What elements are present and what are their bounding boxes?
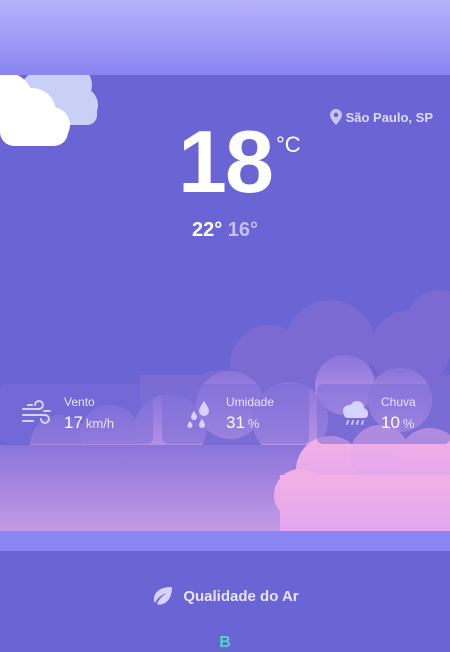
wind-unit: km/h [85,416,115,431]
location-name: São Paulo, SP [345,109,433,125]
metric-card-rain[interactable]: Chuva 10% [317,384,450,444]
rain-label: Chuva [381,395,416,409]
metric-card-wind[interactable]: Vento 17 km/h [0,384,153,444]
humidity-label: Umidade [226,395,275,409]
min-max-temperature: 22° 16° [0,219,450,242]
wind-value: 17 [64,413,83,432]
air-quality-title: Qualidade do Ar [183,587,299,605]
humidity-icon [187,401,209,428]
air-quality-status: B [219,634,231,651]
location-pin-icon [329,109,342,125]
section-divider [0,531,450,551]
leaf-icon [154,587,173,605]
air-quality-header[interactable]: Qualidade do Ar [0,584,450,608]
top-band [0,0,450,75]
min-temperature: 16° [227,219,259,241]
metric-card-humidity[interactable]: Umidade 31% [162,384,309,444]
wind-label: Vento [64,395,95,409]
temperature-unit: °C [276,132,301,157]
rain-unit: % [402,416,415,431]
current-temperature: 18 [178,112,274,211]
location[interactable]: São Paulo, SP [329,109,433,125]
wind-icon [22,400,51,424]
humidity-value: 31 [226,413,245,432]
rain-value: 10 [381,413,400,432]
max-temperature: 22° [191,219,223,241]
humidity-unit: % [247,416,260,431]
rain-cloud-icon [343,401,368,425]
